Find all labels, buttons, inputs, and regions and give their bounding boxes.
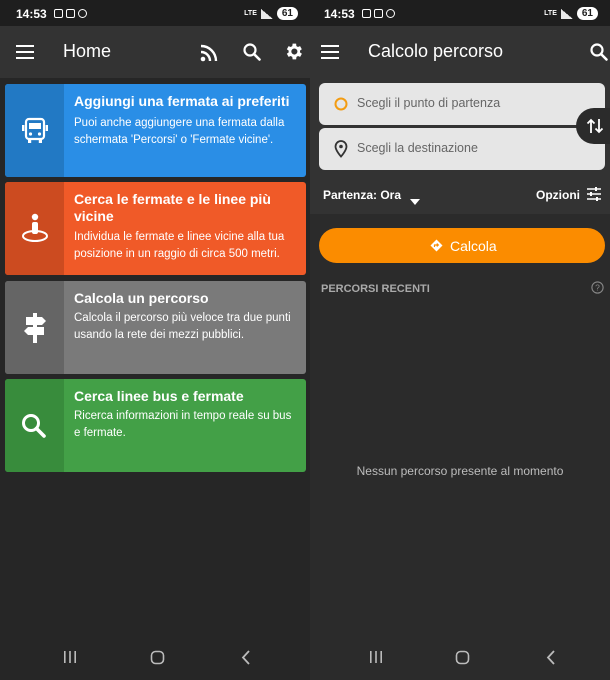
departure-selector[interactable]: Partenza: Ora [323, 188, 401, 202]
route-form-panel: Scegli il punto di partenza Scegli la de… [310, 78, 610, 214]
card-icon-strip [5, 281, 64, 374]
origin-circle-icon [334, 97, 348, 111]
search-icon[interactable] [589, 42, 609, 62]
card-title: Aggiungi una fermata ai preferiti [74, 93, 290, 109]
bus-icon [20, 116, 50, 146]
person-location-icon [20, 212, 50, 244]
card-calculate-route[interactable]: Calcola un percorso Calcola il percorso … [5, 281, 306, 374]
recent-routes-header: PERCORSI RECENTI [321, 283, 430, 295]
search-icon [20, 412, 48, 440]
card-description: Puoi anche aggiungere una fermata dalla … [74, 117, 285, 146]
card-icon-strip [5, 379, 64, 472]
signpost-icon [20, 311, 50, 345]
home-icon[interactable] [150, 650, 165, 665]
status-bar: 14:53 LTE 61 [0, 0, 310, 26]
card-title: Calcola un percorso [74, 290, 209, 306]
status-time: 14:53 [324, 7, 355, 21]
notification-icons [54, 9, 87, 18]
card-nearby-stops[interactable]: Cerca le fermate e le linee più vicine I… [5, 182, 306, 275]
gear-icon[interactable] [283, 41, 304, 62]
home-screen: 14:53 LTE 61 Home Aggiungi una fermata a… [0, 0, 310, 680]
home-app-bar: Home [0, 26, 310, 78]
card-description: Ricerca informazioni in tempo reale su b… [74, 410, 292, 439]
battery-badge: 61 [276, 7, 298, 20]
home-icon[interactable] [455, 650, 470, 665]
svg-text:?: ? [595, 283, 600, 293]
rss-icon[interactable] [199, 43, 219, 63]
card-icon-strip [5, 182, 64, 275]
system-nav-bar [0, 636, 310, 680]
empty-state-message: Nessun percorso presente al momento [356, 464, 564, 478]
location-pin-icon [334, 140, 348, 158]
menu-icon[interactable] [16, 45, 34, 59]
swap-button[interactable] [576, 108, 610, 144]
page-title: Calcolo percorso [368, 41, 504, 61]
destination-placeholder: Scegli la destinazione [357, 141, 478, 155]
chevron-down-icon[interactable] [410, 192, 420, 205]
card-description: Individua le fermate e linee vicine alla… [74, 231, 285, 260]
recents-icon[interactable] [63, 650, 77, 664]
card-add-favorite-stop[interactable]: Aggiungi una fermata ai preferiti Puoi a… [5, 84, 306, 177]
menu-icon[interactable] [321, 45, 339, 59]
status-bar: 14:53 LTE 61 [310, 0, 610, 26]
route-screen: 14:53 LTE 61 Calcolo percorso Scegli il … [310, 0, 610, 680]
page-title: Home [63, 41, 112, 61]
battery-badge: 61 [576, 7, 598, 20]
status-time: 14:53 [16, 7, 47, 21]
calculate-label: Calcola [450, 238, 497, 254]
start-point-field[interactable]: Scegli il punto di partenza [319, 83, 605, 125]
recents-icon[interactable] [369, 650, 383, 664]
signal-icon [560, 8, 573, 19]
signal-icon [260, 8, 273, 19]
system-nav-bar [310, 636, 610, 680]
network-type: LTE [244, 10, 257, 17]
card-title: Cerca linee bus e fermate [74, 388, 244, 404]
card-title: Cerca le fermate e le linee più vicine [74, 191, 271, 224]
card-search-lines[interactable]: Cerca linee bus e fermate Ricerca inform… [5, 379, 306, 472]
directions-icon [430, 239, 443, 252]
search-icon[interactable] [242, 42, 262, 62]
card-icon-strip [5, 84, 64, 177]
notification-icons [362, 9, 395, 18]
tune-icon[interactable] [586, 186, 602, 202]
back-icon[interactable] [545, 650, 557, 665]
card-description: Calcola il percorso più veloce tra due p… [74, 312, 291, 341]
destination-field[interactable]: Scegli la destinazione [319, 128, 605, 170]
options-button[interactable]: Opzioni [536, 188, 580, 202]
route-app-bar: Calcolo percorso [310, 26, 610, 78]
calculate-button[interactable]: Calcola [319, 228, 605, 263]
network-type: LTE [544, 10, 557, 17]
help-icon[interactable]: ? [591, 281, 604, 294]
start-point-placeholder: Scegli il punto di partenza [357, 96, 501, 110]
back-icon[interactable] [240, 650, 252, 665]
